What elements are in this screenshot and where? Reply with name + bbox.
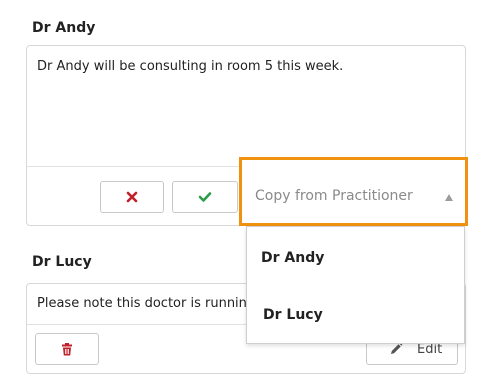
pencil-icon (391, 342, 403, 354)
cancel-button[interactable] (100, 181, 164, 213)
copy-select-placeholder: Copy from Practitioner (255, 188, 413, 204)
copy-from-practitioner-select[interactable]: Copy from Practitioner (239, 157, 468, 226)
delete-button[interactable] (35, 333, 99, 365)
trash-icon (62, 342, 72, 355)
practitioner-name-lucy: Dr Lucy (32, 254, 92, 270)
edit-button-label: Edit (417, 342, 443, 357)
x-icon (126, 191, 138, 203)
practitioner-name-andy: Dr Andy (32, 20, 96, 36)
confirm-button[interactable] (172, 181, 238, 213)
dropdown-option-andy[interactable]: Dr Andy (247, 250, 464, 266)
dropdown-option-lucy[interactable]: Dr Lucy (247, 307, 464, 323)
practitioner-dropdown-list: Dr Andy Dr Lucy (246, 226, 465, 344)
check-icon (198, 192, 212, 202)
triangle-up-icon (445, 194, 453, 201)
note-editor-andy[interactable]: Dr Andy will be consulting in room 5 thi… (37, 59, 457, 74)
